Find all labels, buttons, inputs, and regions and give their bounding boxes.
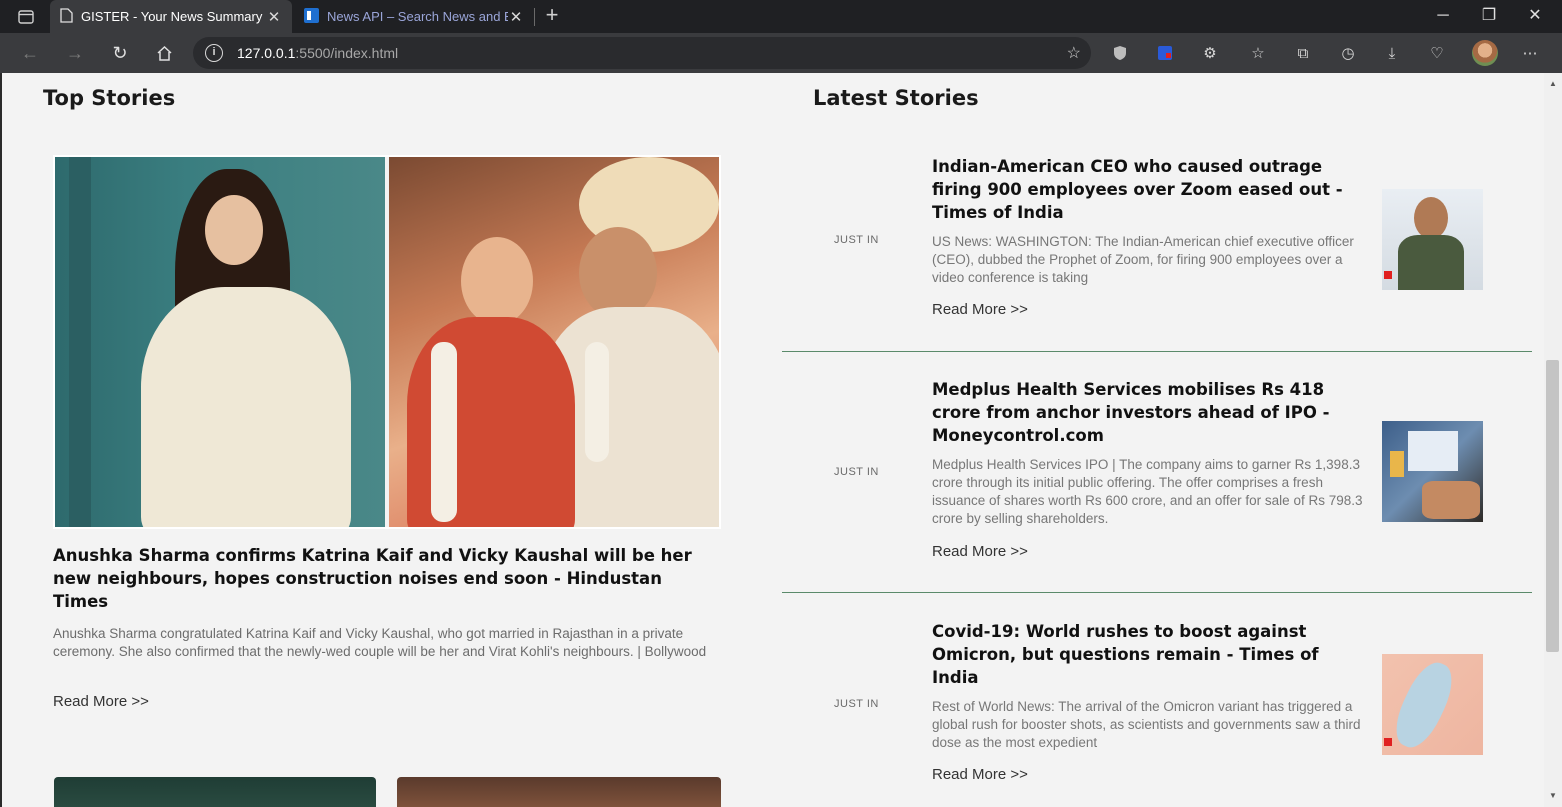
latest-story-item: JUST IN Covid-19: World rushes to boost … (782, 618, 1532, 807)
tab-strip: GISTER - Your News Summary ✕ News API – … (0, 0, 1562, 33)
site-info-icon[interactable]: i (205, 44, 223, 62)
favorites-icon[interactable]: ☆ (1246, 41, 1270, 65)
top-story-headline[interactable]: Anushka Sharma confirms Katrina Kaif and… (53, 544, 721, 613)
just-in-tag: JUST IN (834, 466, 879, 478)
latest-story-description: US News: WASHINGTON: The Indian-American… (932, 234, 1354, 285)
address-bar[interactable]: i 127.0.0.1:5500/index.html ☆ (193, 37, 1091, 69)
latest-story-read-more-link[interactable]: Read More >> (932, 543, 1028, 560)
next-story-thumbnail[interactable] (54, 777, 376, 807)
image-frame (53, 155, 721, 529)
url-text[interactable]: 127.0.0.1:5500/index.html (237, 45, 398, 61)
latest-story-description: Rest of World News: The arrival of the O… (932, 699, 1361, 750)
story-divider (782, 351, 1532, 352)
refresh-icon[interactable]: ↻ (106, 39, 134, 67)
latest-story-thumbnail[interactable] (1382, 654, 1483, 755)
close-tab-icon[interactable]: ✕ (266, 8, 282, 26)
minimize-icon[interactable]: ─ (1428, 4, 1458, 28)
downloads-icon[interactable]: ⤓ (1380, 41, 1404, 65)
extensions-puzzle-icon[interactable]: ⚙ (1198, 41, 1222, 65)
just-in-tag: JUST IN (834, 234, 879, 246)
tab-title: GISTER - Your News Summary (81, 9, 263, 24)
latest-story-thumbnail[interactable] (1382, 421, 1483, 522)
story-divider (782, 592, 1532, 593)
latest-story-item: JUST IN Indian-American CEO who caused o… (782, 153, 1532, 331)
browser-essentials-icon[interactable]: ♡ (1425, 41, 1449, 65)
privacy-shield-extension-icon[interactable] (1108, 41, 1132, 65)
latest-stories-heading: Latest Stories (813, 86, 979, 110)
page-icon (60, 7, 73, 26)
just-in-tag: JUST IN (834, 698, 879, 710)
top-stories-heading: Top Stories (43, 86, 176, 110)
close-window-icon[interactable]: ✕ (1520, 4, 1550, 28)
back-arrow-icon[interactable]: ← (16, 39, 44, 67)
collections-icon[interactable]: ⧉ (1291, 41, 1315, 65)
new-tab-plus-icon[interactable]: + (540, 4, 564, 28)
close-tab-icon[interactable]: ✕ (508, 8, 524, 26)
latest-story-title[interactable]: Medplus Health Services mobilises Rs 418… (932, 378, 1362, 447)
restore-icon[interactable]: ❐ (1474, 4, 1504, 28)
top-story-image[interactable] (53, 155, 721, 529)
latest-story-read-more-link[interactable]: Read More >> (932, 301, 1028, 318)
next-story-thumbnail[interactable] (397, 777, 721, 807)
latest-story-read-more-link[interactable]: Read More >> (932, 766, 1028, 783)
latest-story-thumbnail[interactable] (1382, 189, 1483, 290)
top-story-description: Anushka Sharma congratulated Katrina Kai… (53, 626, 707, 659)
tab-separator (534, 8, 535, 26)
tab-title: News API – Search News and Blo (327, 9, 508, 24)
top-story-read-more-link[interactable]: Read More >> (53, 693, 149, 710)
bitwarden-extension-icon[interactable] (1153, 41, 1177, 65)
latest-story-item: JUST IN Medplus Health Services mobilise… (782, 376, 1532, 566)
profile-avatar[interactable] (1472, 40, 1498, 66)
tab-actions-menu-icon[interactable] (14, 7, 38, 27)
history-icon[interactable]: ◷ (1336, 41, 1360, 65)
scrollbar-thumb[interactable] (1546, 360, 1559, 652)
latest-story-description: Medplus Health Services IPO | The compan… (932, 457, 1363, 526)
more-menu-icon[interactable]: ⋯ (1518, 41, 1542, 65)
page-viewport: Top Stories Anushka Sharma confirms Katr… (0, 73, 1544, 807)
tab-gister[interactable]: GISTER - Your News Summary ✕ (50, 0, 292, 33)
latest-story-title[interactable]: Covid-19: World rushes to boost against … (932, 620, 1362, 689)
page-border (0, 73, 2, 807)
browser-toolbar: ← → ↻ i 127.0.0.1:5500/index.html ☆ ⚙ ☆ … (0, 33, 1562, 73)
latest-story-title[interactable]: Indian-American CEO who caused outrage f… (932, 155, 1362, 224)
add-favorite-star-icon[interactable]: ☆ (1067, 43, 1081, 63)
scroll-up-arrow-icon[interactable]: ▲ (1548, 79, 1558, 88)
scroll-down-arrow-icon[interactable]: ▼ (1548, 791, 1558, 800)
tab-newsapi[interactable]: News API – Search News and Blo ✕ (294, 0, 534, 33)
home-icon[interactable] (150, 39, 178, 67)
forward-arrow-icon[interactable]: → (61, 39, 89, 67)
page-scrollbar[interactable]: ▲ ▼ (1544, 73, 1562, 807)
newsapi-favicon-icon (304, 7, 319, 26)
